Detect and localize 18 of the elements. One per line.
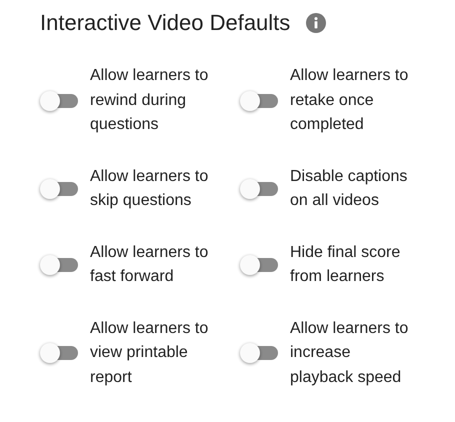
toggle-switch[interactable] — [40, 178, 78, 200]
toggle-switch[interactable] — [40, 342, 78, 364]
setting-label: Disable captions on all videos — [290, 166, 408, 211]
setting-label: Allow learners to retake once completed — [290, 66, 410, 135]
setting-label: Allow learners to increase playback speed — [290, 318, 410, 388]
toggle-switch[interactable] — [240, 90, 278, 112]
toggle-switch[interactable] — [40, 90, 78, 112]
info-icon[interactable] — [306, 13, 326, 33]
setting-label: Allow learners to skip questions — [90, 166, 210, 211]
toggle-switch[interactable] — [240, 178, 278, 200]
setting-label: Allow learners to view printable report — [90, 318, 210, 388]
toggle-switch[interactable] — [40, 254, 78, 276]
setting-label: Hide final score from learners — [290, 242, 402, 287]
toggle-switch[interactable] — [240, 342, 278, 364]
setting-label: Allow learners to rewind during questions — [90, 66, 210, 135]
setting-label: Allow learners to fast forward — [90, 242, 210, 287]
section-title: Interactive Video Defaults — [40, 10, 290, 36]
toggle-switch[interactable] — [240, 254, 278, 276]
